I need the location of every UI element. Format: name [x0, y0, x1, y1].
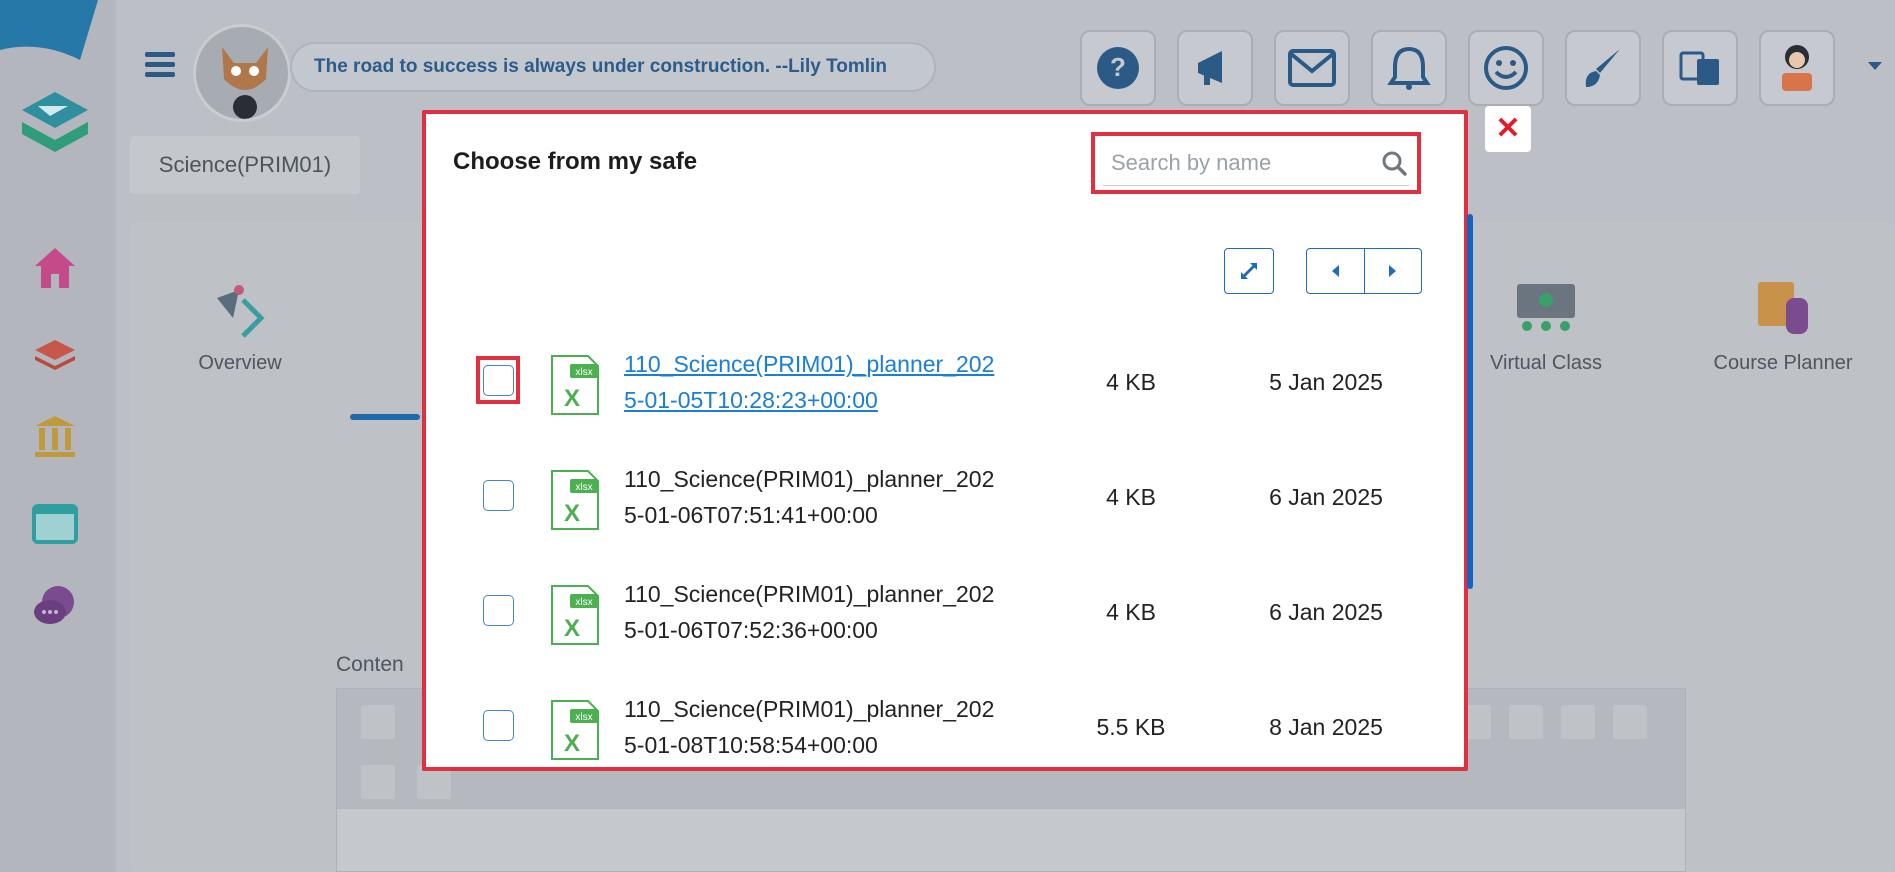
file-name[interactable]: 110_Science(PRIM01)_planner_2025-01-06T0… — [624, 461, 1004, 533]
svg-text:X: X — [564, 730, 580, 757]
file-name-link[interactable]: 110_Science(PRIM01)_planner_2025-01-05T1… — [624, 346, 1004, 418]
bell-icon — [1387, 46, 1431, 90]
checkbox-wrap — [476, 471, 520, 519]
file-size: 4 KB — [1106, 599, 1156, 625]
svg-text:xlsx: xlsx — [575, 482, 592, 493]
user-menu-button[interactable] — [1759, 30, 1835, 106]
svg-text:xlsx: xlsx — [575, 367, 592, 378]
smiley-icon — [1484, 46, 1528, 90]
font-color-icon[interactable] — [361, 765, 395, 799]
help-icon: ? — [1097, 47, 1139, 89]
translate-icon — [1679, 51, 1719, 85]
file-row[interactable]: xlsx X 110_Science(PRIM01)_planner_2025-… — [426, 441, 1466, 541]
tab-label: Virtual Class — [1490, 352, 1602, 374]
next-page-button[interactable] — [1363, 249, 1422, 293]
theme-button[interactable] — [1565, 30, 1641, 106]
books-icon[interactable] — [27, 324, 83, 380]
checkbox-wrap — [476, 586, 520, 634]
menu-icon[interactable] — [145, 52, 175, 78]
checkbox-highlight — [476, 356, 520, 404]
megaphone-icon — [1198, 51, 1222, 85]
file-checkbox[interactable] — [482, 364, 514, 396]
tab-label: Overview — [198, 352, 282, 374]
xlsx-file-icon: xlsx X — [551, 585, 599, 645]
quote-banner: The road to success is always under cons… — [290, 42, 936, 92]
xlsx-file-icon: xlsx X — [551, 355, 599, 415]
search-icon[interactable] — [1381, 150, 1407, 176]
close-icon: ✕ — [1495, 112, 1521, 145]
previous-page-button[interactable] — [1307, 249, 1364, 293]
caret-right-icon — [1389, 265, 1397, 277]
search-input[interactable] — [1103, 140, 1363, 186]
file-size: 5.5 KB — [1096, 714, 1166, 740]
user-avatar-icon — [1782, 45, 1812, 91]
active-tab-indicator — [350, 414, 420, 420]
course-chip[interactable]: Science(PRIM01) — [130, 136, 360, 194]
xlsx-file-icon: xlsx X — [551, 470, 599, 530]
xlsx-file-icon: xlsx X — [551, 700, 599, 760]
mail-icon — [1288, 49, 1336, 87]
calendar-icon[interactable] — [27, 494, 83, 550]
scrollbar[interactable] — [1467, 214, 1473, 589]
file-date: 8 Jan 2025 — [1269, 714, 1383, 740]
file-date: 6 Jan 2025 — [1269, 484, 1383, 510]
brush-icon — [1585, 49, 1620, 87]
modal-title: Choose from my safe — [453, 148, 698, 175]
file-size: 4 KB — [1106, 369, 1156, 395]
app-logo-icon — [22, 92, 88, 152]
file-checkbox[interactable] — [482, 594, 514, 626]
search-underline — [1103, 185, 1409, 186]
choose-from-safe-modal: Choose from my safe xlsx X 110_Science(P… — [422, 110, 1473, 771]
mail-button[interactable] — [1274, 30, 1350, 106]
help-button[interactable]: ? — [1080, 30, 1156, 106]
home-icon[interactable] — [27, 240, 83, 296]
svg-text:xlsx: xlsx — [575, 597, 592, 608]
sidebar — [0, 0, 116, 872]
file-date: 6 Jan 2025 — [1269, 599, 1383, 625]
file-row[interactable]: xlsx X 110_Science(PRIM01)_planner_2025-… — [426, 671, 1466, 771]
numbered-list-icon[interactable] — [1561, 705, 1595, 739]
checkbox-wrap — [476, 701, 520, 749]
file-row[interactable]: xlsx X 110_Science(PRIM01)_planner_2025-… — [426, 326, 1466, 426]
file-row[interactable]: xlsx X 110_Science(PRIM01)_planner_2025-… — [426, 556, 1466, 656]
institution-icon[interactable] — [27, 408, 83, 464]
chevron-down-icon[interactable] — [1868, 62, 1882, 70]
svg-text:?: ? — [1110, 52, 1126, 82]
translate-button[interactable] — [1662, 30, 1738, 106]
expand-button[interactable] — [1224, 248, 1274, 294]
close-modal-button[interactable]: ✕ — [1485, 106, 1531, 152]
brand-corner-decoration — [0, 0, 98, 60]
announcements-button[interactable] — [1177, 30, 1253, 106]
search-box — [1091, 132, 1421, 194]
tab-label: Course Planner — [1713, 352, 1853, 374]
chat-icon[interactable] — [27, 578, 83, 634]
tab-course-planner[interactable]: Course Planner — [1678, 262, 1888, 375]
svg-text:X: X — [564, 615, 580, 642]
pagination — [1306, 248, 1422, 294]
file-checkbox[interactable] — [482, 479, 514, 511]
file-date: 5 Jan 2025 — [1269, 369, 1383, 395]
tab-virtual-class[interactable]: Virtual Class — [1446, 262, 1646, 375]
caret-left-icon — [1331, 265, 1339, 277]
mood-button[interactable] — [1468, 30, 1544, 106]
file-checkbox[interactable] — [482, 709, 514, 741]
svg-text:X: X — [564, 385, 580, 412]
notifications-button[interactable] — [1371, 30, 1447, 106]
bullet-list-icon[interactable] — [1613, 705, 1647, 739]
svg-text:X: X — [564, 500, 580, 527]
overview-icon — [217, 285, 265, 338]
undo-icon[interactable] — [361, 705, 395, 739]
file-size: 4 KB — [1106, 484, 1156, 510]
tab-overview[interactable]: Overview — [140, 262, 340, 375]
profile-avatar[interactable] — [193, 24, 291, 122]
expand-icon — [1241, 263, 1257, 279]
virtual-class-icon — [1517, 284, 1575, 331]
svg-text:xlsx: xlsx — [575, 712, 592, 723]
file-name[interactable]: 110_Science(PRIM01)_planner_2025-01-06T0… — [624, 576, 1004, 648]
align-right-icon[interactable] — [1509, 705, 1543, 739]
course-planner-icon — [1758, 282, 1808, 334]
file-name[interactable]: 110_Science(PRIM01)_planner_2025-01-08T1… — [624, 691, 1004, 763]
content-label: Conten — [336, 653, 404, 676]
